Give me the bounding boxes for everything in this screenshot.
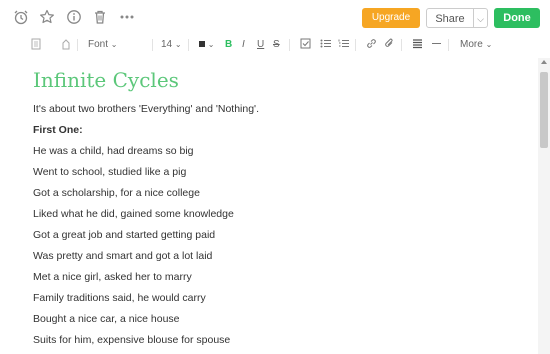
underline-button[interactable]: U	[257, 38, 264, 52]
link-icon[interactable]	[366, 38, 377, 52]
chevron-down-icon: ⌄	[110, 40, 118, 49]
more-dots-icon[interactable]	[119, 9, 135, 25]
font-family-select[interactable]: Font ⌄	[88, 38, 118, 52]
font-select-label: Font	[88, 39, 109, 50]
bullet-list-icon[interactable]	[320, 38, 331, 52]
share-button[interactable]: Share	[426, 8, 474, 28]
attachment-block-icon[interactable]	[61, 38, 71, 52]
bold-button[interactable]: B	[225, 38, 232, 52]
table-icon[interactable]	[412, 38, 423, 52]
format-toolbar: Font ⌄ 14 ⌄ ⌄ B I U S More ⌄	[0, 34, 550, 56]
trash-icon[interactable]	[92, 9, 108, 25]
note-line: He was a child, had dreams so big	[33, 145, 194, 157]
note-editor[interactable]: Infinite Cycles It's about two brothers …	[0, 58, 538, 354]
chevron-down-icon: ⌄	[207, 40, 215, 49]
text-color-select[interactable]: ⌄	[199, 38, 214, 52]
note-line: Liked what he did, gained some knowledge	[33, 208, 234, 220]
share-dropdown-button[interactable]: ⌵	[473, 8, 488, 28]
note-line: It's about two brothers 'Everything' and…	[33, 103, 259, 115]
more-format-options[interactable]: More ⌄	[460, 38, 492, 52]
chevron-down-icon: ⌄	[174, 40, 182, 49]
alarm-clock-icon[interactable]	[13, 9, 29, 25]
more-label: More	[460, 39, 483, 50]
strikethrough-button[interactable]: S	[273, 38, 280, 52]
chevron-down-icon: ⌵	[477, 14, 484, 24]
note-line: Was pretty and smart and got a lot laid	[33, 250, 213, 262]
chevron-down-icon: ⌄	[485, 40, 493, 49]
font-size-label: 14	[161, 39, 173, 50]
scroll-up-arrow-icon[interactable]	[541, 60, 547, 64]
note-line: Met a nice girl, asked her to marry	[33, 271, 192, 283]
note-title[interactable]: Infinite Cycles	[33, 68, 179, 92]
done-button[interactable]: Done	[494, 8, 540, 28]
note-top-bar: Upgrade Share ⌵ Done	[0, 0, 550, 34]
upgrade-button[interactable]: Upgrade	[362, 8, 420, 28]
vertical-scrollbar[interactable]	[538, 58, 550, 354]
color-swatch-icon	[199, 41, 205, 48]
note-line: First One:	[33, 124, 83, 136]
note-line: Family traditions said, he would carry	[33, 292, 206, 304]
note-line: Bought a nice car, a nice house	[33, 313, 180, 325]
note-line: Got a great job and started getting paid	[33, 229, 216, 241]
font-size-select[interactable]: 14 ⌄	[161, 38, 182, 52]
scroll-thumb[interactable]	[540, 72, 548, 148]
paragraph-style-icon[interactable]	[31, 38, 41, 52]
horizontal-rule-icon[interactable]	[431, 38, 442, 52]
info-icon[interactable]	[66, 9, 82, 25]
checkbox-list-icon[interactable]	[300, 38, 311, 52]
note-line: Got a scholarship, for a nice college	[33, 187, 200, 199]
italic-button[interactable]: I	[242, 38, 245, 52]
numbered-list-icon[interactable]	[338, 38, 349, 52]
note-line: Suits for him, expensive blouse for spou…	[33, 334, 231, 346]
note-line: Went to school, studied like a pig	[33, 166, 187, 178]
star-icon[interactable]	[39, 9, 55, 25]
paperclip-icon[interactable]	[384, 38, 395, 52]
